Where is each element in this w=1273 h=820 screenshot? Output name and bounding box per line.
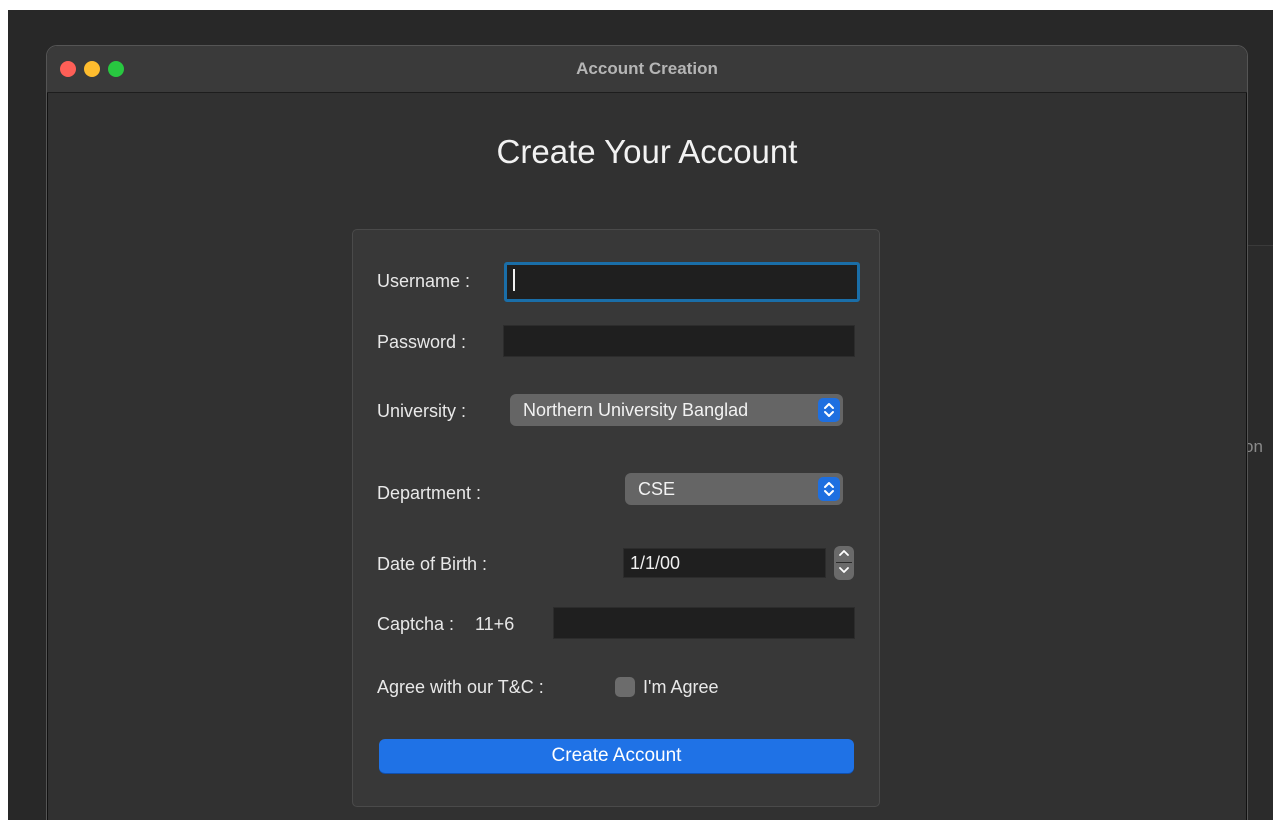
account-creation-window: Account Creation Create Your Account Use… (46, 45, 1248, 820)
title-bar[interactable]: Account Creation (47, 46, 1247, 93)
chevron-up-down-icon (818, 398, 840, 422)
username-label: Username : (377, 271, 471, 291)
date-of-birth-field[interactable]: 1/1/00 (623, 548, 826, 578)
agree-checkbox[interactable] (615, 677, 635, 697)
window-title: Account Creation (576, 59, 718, 78)
university-popup[interactable]: Northern University Banglad (510, 394, 843, 426)
captcha-challenge: 11+6 (475, 614, 515, 634)
date-of-birth-label: Date of Birth : (377, 554, 488, 574)
username-input[interactable] (504, 262, 860, 302)
chevron-down-icon[interactable] (834, 563, 854, 580)
department-label: Department : (377, 483, 482, 503)
university-selected: Northern University Banglad (523, 400, 749, 420)
desktop-top-edge (0, 0, 1273, 10)
password-label: Password : (377, 332, 467, 352)
password-input[interactable] (503, 325, 855, 357)
chevron-up-icon[interactable] (834, 546, 854, 563)
chevron-up-down-icon (818, 477, 840, 501)
terms-label: Agree with our T&C : (377, 677, 544, 697)
text-caret (513, 269, 515, 291)
captcha-input[interactable] (553, 607, 855, 639)
university-label: University : (377, 401, 467, 421)
date-of-birth-value: 1/1/00 (630, 553, 681, 573)
date-stepper[interactable] (834, 546, 854, 580)
department-selected: CSE (638, 479, 676, 499)
agree-checkbox-label[interactable]: I'm Agree (643, 677, 718, 698)
desktop: on Account Creation Create Your Account … (0, 0, 1273, 820)
desktop-left-edge (0, 10, 8, 820)
captcha-label: Captcha : (377, 614, 455, 634)
form-panel (352, 229, 880, 807)
page-title: Create Your Account (496, 133, 798, 170)
department-popup[interactable]: CSE (625, 473, 843, 505)
create-account-button[interactable]: Create Account (379, 739, 854, 773)
